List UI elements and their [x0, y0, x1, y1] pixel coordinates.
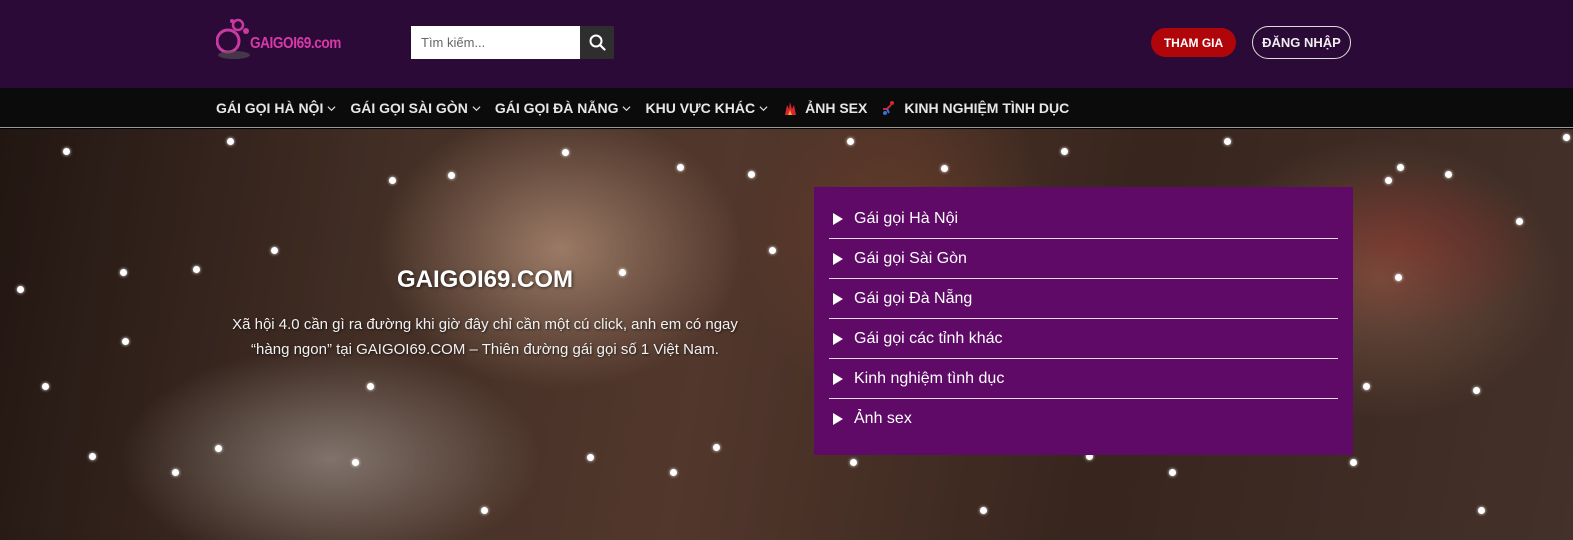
- menu-item-da-nang[interactable]: Gái gọi Đà Nẵng: [829, 279, 1338, 319]
- nav-item-label: GÁI GỌI HÀ NỘI: [216, 100, 324, 116]
- play-icon: [833, 372, 843, 385]
- menu-item-label: Gái gọi các tỉnh khác: [854, 329, 1003, 347]
- snow-dot: [1350, 459, 1357, 466]
- snow-dot: [481, 507, 488, 514]
- menu-item-anh-sex[interactable]: Ảnh sex: [829, 399, 1338, 439]
- snow-dot: [748, 171, 755, 178]
- nav-item-label: KINH NGHIỆM TÌNH DỤC: [904, 100, 1070, 116]
- nav-item-da-nang[interactable]: GÁI GỌI ĐÀ NẴNG: [495, 100, 632, 116]
- play-icon: [833, 332, 843, 345]
- snow-dot: [1224, 138, 1231, 145]
- menu-item-kinh-nghiem[interactable]: Kinh nghiệm tình dục: [829, 359, 1338, 399]
- snow-dot: [941, 165, 948, 172]
- nav-item-sai-gon[interactable]: GÁI GỌI SÀI GÒN: [350, 100, 481, 116]
- nav-item-anh-sex[interactable]: ẢNH SEX: [782, 100, 867, 116]
- snow-dot: [587, 454, 594, 461]
- snow-dot: [63, 148, 70, 155]
- snow-dot: [215, 445, 222, 452]
- nav-item-ha-noi[interactable]: GÁI GỌI HÀ NỘI: [216, 100, 336, 116]
- snow-dot: [670, 469, 677, 476]
- play-icon: [833, 212, 843, 225]
- site-logo[interactable]: GAIGOI69.com: [216, 17, 341, 67]
- snow-dot: [1169, 469, 1176, 476]
- snow-dot: [850, 459, 857, 466]
- join-button[interactable]: THAM GIA: [1151, 28, 1236, 57]
- snow-dot: [172, 469, 179, 476]
- chevron-down-icon: [327, 105, 336, 111]
- snow-dot: [677, 164, 684, 171]
- snow-dot: [227, 138, 234, 145]
- snow-dot: [562, 149, 569, 156]
- snow-dot: [1445, 171, 1452, 178]
- menu-item-label: Gái gọi Sài Gòn: [854, 249, 967, 267]
- snow-dot: [1363, 383, 1370, 390]
- snow-dot: [352, 459, 359, 466]
- snow-dot: [1473, 387, 1480, 394]
- menu-item-label: Ảnh sex: [854, 410, 912, 427]
- nav-item-label: KHU VỰC KHÁC: [645, 100, 756, 116]
- logo-text: GAIGOI69.com: [250, 35, 341, 52]
- search-button[interactable]: [580, 26, 614, 59]
- snow-dot: [847, 138, 854, 145]
- nav-item-label: GÁI GỌI ĐÀ NẴNG: [494, 100, 619, 116]
- chevron-down-icon: [472, 105, 481, 111]
- snow-dot: [193, 266, 200, 273]
- snow-dot: [42, 383, 49, 390]
- search-input[interactable]: [411, 26, 580, 59]
- nav-item-khu-vuc-khac[interactable]: KHU VỰC KHÁC: [645, 100, 768, 116]
- snow-dot: [769, 247, 776, 254]
- nav-item-kinh-nghiem[interactable]: KINH NGHIỆM TÌNH DỤC: [881, 100, 1069, 116]
- nav-item-label: ẢNH SEX: [805, 100, 868, 116]
- main-nav: GÁI GỌI HÀ NỘI GÁI GỌI SÀI GÒN GÁI GỌI Đ…: [0, 88, 1573, 128]
- site-header: GAIGOI69.com THAM GIA ĐĂNG NHẬP: [0, 0, 1573, 88]
- menu-item-sai-gon[interactable]: Gái gọi Sài Gòn: [829, 239, 1338, 279]
- snow-dot: [713, 444, 720, 451]
- snow-dot: [1395, 274, 1402, 281]
- category-menu: Gái gọi Hà Nội Gái gọi Sài Gòn Gái gọi Đ…: [814, 187, 1353, 455]
- hero-banner: GAIGOI69.COM Xã hội 4.0 cần gì ra đường …: [0, 129, 1573, 540]
- snow-dot: [367, 383, 374, 390]
- play-icon: [833, 413, 843, 425]
- snow-dot: [389, 177, 396, 184]
- chevron-down-icon: [622, 105, 631, 111]
- snow-dot: [17, 286, 24, 293]
- play-icon: [833, 252, 843, 265]
- snow-dot: [1563, 134, 1570, 141]
- menu-item-label: Gái gọi Hà Nội: [854, 209, 959, 227]
- menu-item-label: Gái gọi Đà Nẵng: [854, 289, 973, 307]
- snow-dot: [1061, 148, 1068, 155]
- play-icon: [833, 292, 843, 305]
- snow-dot: [271, 247, 278, 254]
- search-icon: [589, 34, 606, 51]
- snow-dot: [448, 172, 455, 179]
- menu-item-ha-noi[interactable]: Gái gọi Hà Nội: [829, 199, 1338, 239]
- login-button[interactable]: ĐĂNG NHẬP: [1252, 26, 1351, 59]
- snow-dot: [120, 269, 127, 276]
- menu-item-tinh-khac[interactable]: Gái gọi các tỉnh khác: [829, 319, 1338, 359]
- hero-title: GAIGOI69.COM: [396, 266, 574, 293]
- figure-icon: [883, 101, 895, 115]
- snow-dot: [1397, 164, 1404, 171]
- hero-description: Xã hội 4.0 cần gì ra đường khi giờ đây c…: [232, 316, 738, 358]
- nav-item-label: GÁI GỌI SÀI GÒN: [350, 100, 468, 116]
- snow-dot: [122, 338, 129, 345]
- snow-dot: [89, 453, 96, 460]
- snow-dot: [980, 507, 987, 514]
- snow-dot: [1516, 218, 1523, 225]
- menu-item-label: Kinh nghiệm tình dục: [854, 369, 1005, 387]
- chevron-down-icon: [759, 105, 768, 111]
- snow-dot: [1478, 507, 1485, 514]
- flame-icon: [785, 102, 797, 115]
- snow-dot: [1385, 177, 1392, 184]
